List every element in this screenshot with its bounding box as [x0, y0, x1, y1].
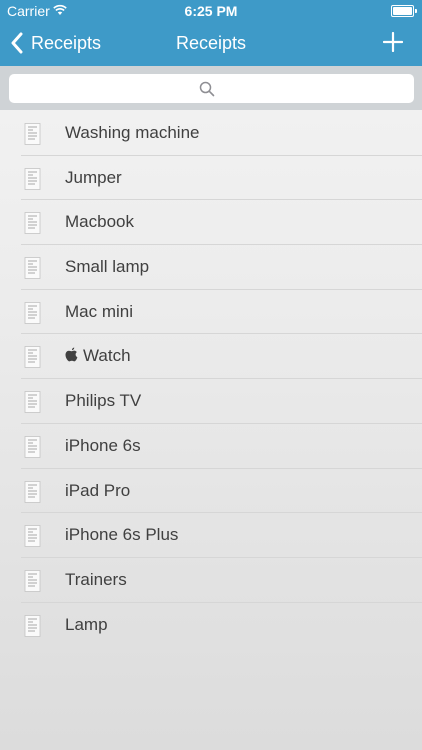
receipt-icon — [24, 212, 41, 235]
navigation-bar: Carrier 6:25 PM Receipts Receipts — [0, 0, 422, 66]
receipt-title: Philips TV — [65, 391, 142, 411]
search-icon — [199, 81, 215, 97]
receipt-title: Mac mini — [65, 301, 134, 321]
clock: 6:25 PM — [184, 3, 238, 19]
receipt-icon — [24, 167, 41, 190]
list-item[interactable]: Philips TV — [0, 379, 422, 424]
list-item[interactable]: Jumper — [0, 156, 422, 201]
receipt-title: Watch — [83, 346, 131, 366]
list-item[interactable]: Small lamp — [0, 245, 422, 290]
receipt-list: Washing machine Jumper Macbook Small lam… — [0, 111, 422, 647]
receipt-icon — [24, 614, 41, 637]
receipt-title: iPhone 6s — [65, 435, 141, 455]
receipt-title: Macbook — [65, 212, 134, 232]
receipt-icon — [24, 301, 41, 324]
page-title: Receipts — [175, 33, 247, 53]
list-item[interactable]: Macbook — [0, 200, 422, 246]
list-item[interactable]: iPhone 6s — [0, 424, 422, 469]
list-item[interactable]: iPhone 6s Plus — [0, 513, 422, 558]
receipt-icon — [24, 525, 41, 548]
list-item[interactable]: Washing machine — [0, 111, 422, 156]
receipt-icon — [24, 569, 41, 592]
plus-icon[interactable] — [383, 32, 403, 52]
receipt-title: Trainers — [65, 569, 127, 589]
receipt-icon — [24, 480, 41, 503]
receipt-title: Small lamp — [65, 257, 150, 277]
receipt-icon — [24, 257, 41, 279]
list-item[interactable]: Trainers — [0, 558, 422, 603]
receipt-title-with-logo: Watch — [65, 346, 131, 366]
receipt-title: iPhone 6s Plus — [65, 525, 179, 545]
status-bar: Carrier 6:25 PM — [0, 0, 422, 22]
list-item[interactable]: Watch — [0, 334, 422, 380]
receipt-title: Jumper — [65, 167, 122, 187]
receipt-icon — [24, 123, 41, 145]
battery-icon — [391, 5, 417, 17]
list-item[interactable]: Mac mini — [0, 290, 422, 335]
receipt-icon — [24, 346, 41, 369]
receipt-title: iPad Pro — [65, 480, 131, 500]
receipt-title: Lamp — [65, 614, 108, 634]
apple-logo-icon — [65, 347, 78, 362]
receipt-icon — [24, 435, 41, 458]
receipt-title: Washing machine — [65, 123, 200, 142]
receipt-icon — [24, 391, 41, 414]
list-item[interactable]: Lamp — [0, 603, 422, 648]
list-item[interactable]: iPad Pro — [0, 469, 422, 514]
